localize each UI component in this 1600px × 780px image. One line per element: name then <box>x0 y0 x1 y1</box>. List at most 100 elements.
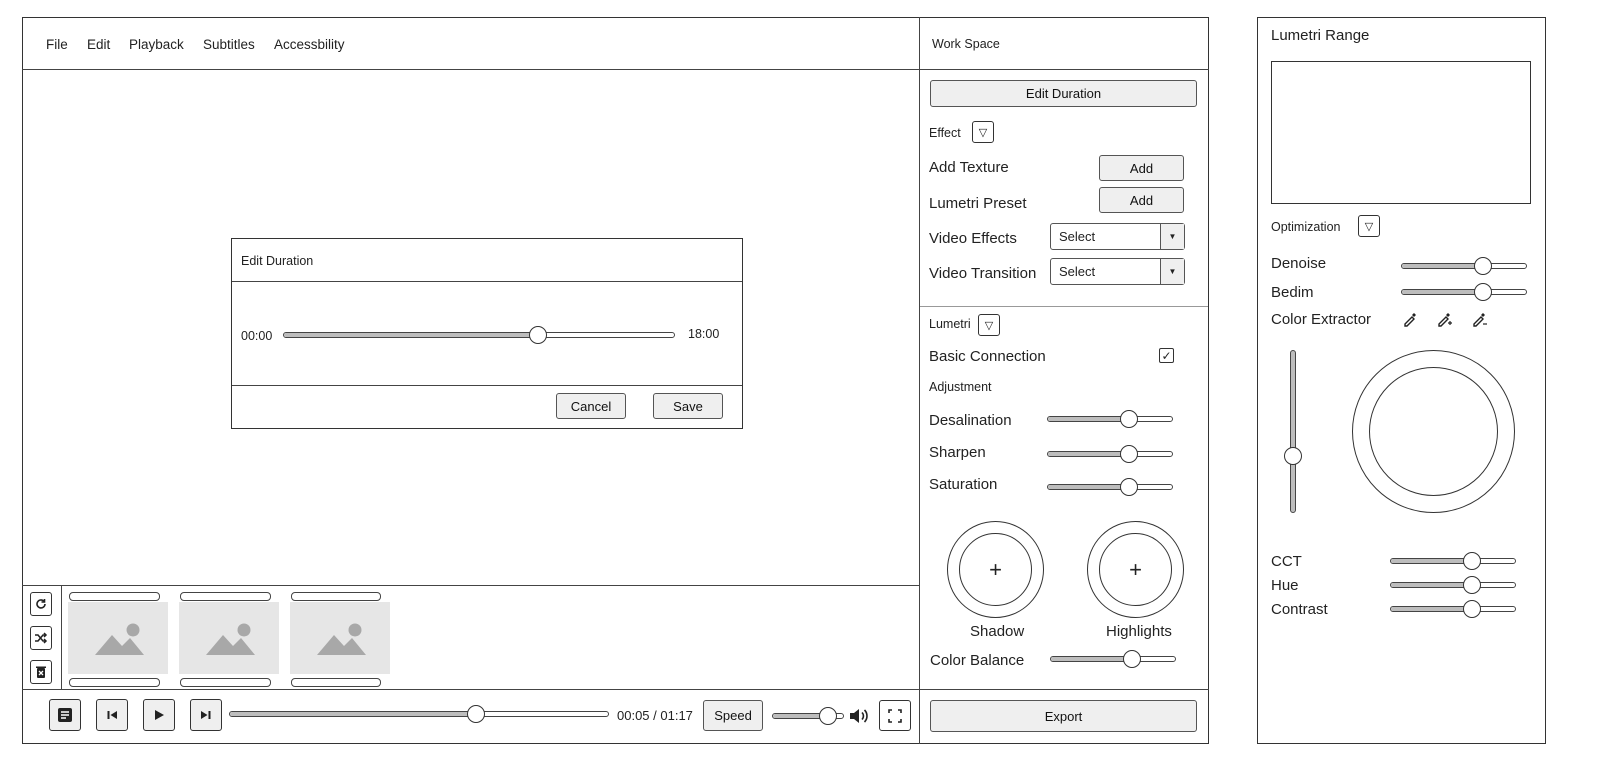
lumetri-dropdown-toggle[interactable]: ▽ <box>978 314 1000 336</box>
slider-knob[interactable] <box>1462 576 1481 594</box>
effect-dropdown-toggle[interactable]: ▽ <box>972 121 994 143</box>
basic-connection-label: Basic Connection <box>929 348 1046 365</box>
optimization-label: Optimization <box>1271 220 1341 234</box>
dialog-header-divider <box>232 281 742 282</box>
clip-thumbnail[interactable] <box>179 602 279 674</box>
play-icon <box>155 710 164 720</box>
slider-knob[interactable] <box>1119 478 1138 496</box>
export-button[interactable]: Export <box>930 700 1197 732</box>
eyedropper-subtract-button[interactable] <box>1472 311 1488 327</box>
eyedropper-icon <box>1404 313 1416 327</box>
cct-label: CCT <box>1271 553 1302 570</box>
slider-knob[interactable] <box>528 326 547 344</box>
clip-bottom-bar[interactable] <box>180 678 271 687</box>
speed-button[interactable]: Speed <box>703 700 763 731</box>
slider-knob[interactable] <box>1473 257 1492 275</box>
lumetri-preset-label: Lumetri Preset <box>929 195 1027 212</box>
slider-knob[interactable] <box>467 705 485 723</box>
sharpen-label: Sharpen <box>929 444 986 461</box>
fullscreen-button[interactable] <box>879 700 911 731</box>
eyedropper-add-button[interactable] <box>1437 311 1453 327</box>
lumetri-range-title: Lumetri Range <box>1271 27 1370 44</box>
cancel-button[interactable]: Cancel <box>556 393 626 419</box>
optimization-dropdown-toggle[interactable]: ▽ <box>1358 215 1380 237</box>
video-transition-select[interactable]: Select ▼ <box>1050 258 1185 285</box>
menu-accessibility[interactable]: Accessbility <box>274 37 345 52</box>
lumetri-range-preview <box>1271 61 1531 204</box>
delete-button[interactable] <box>30 660 52 684</box>
volume-slider[interactable] <box>772 707 844 725</box>
sharpen-slider[interactable] <box>1047 445 1173 463</box>
triangle-down-icon: ▽ <box>978 126 988 139</box>
menu-playback[interactable]: Playback <box>129 37 184 52</box>
clip-top-bar[interactable] <box>291 592 381 601</box>
contrast-slider[interactable] <box>1390 600 1516 618</box>
clip-bottom-bar[interactable] <box>291 678 381 687</box>
caret-down-icon: ▼ <box>1160 259 1184 284</box>
bedim-slider[interactable] <box>1401 283 1527 301</box>
bedim-label: Bedim <box>1271 284 1314 301</box>
highlights-wheel-inner[interactable]: + <box>1099 533 1172 606</box>
slider-knob[interactable] <box>1119 445 1138 463</box>
slider-knob[interactable] <box>1122 650 1141 668</box>
luminance-vertical-slider[interactable] <box>1284 350 1302 513</box>
check-icon: ✓ <box>1161 348 1172 363</box>
menu-subtitles[interactable]: Subtitles <box>203 37 255 52</box>
clip-thumbnail[interactable] <box>290 602 390 674</box>
add-texture-button[interactable]: Add <box>1099 155 1184 181</box>
cct-slider[interactable] <box>1390 552 1516 570</box>
menu-edit[interactable]: Edit <box>87 37 110 52</box>
shuffle-button[interactable] <box>30 626 52 650</box>
volume-button[interactable] <box>848 707 870 725</box>
basic-connection-checkbox[interactable]: ✓ <box>1159 348 1174 363</box>
dialog-duration-slider[interactable] <box>283 326 675 344</box>
image-placeholder-icon <box>206 623 255 655</box>
triangle-down-icon: ▽ <box>984 319 994 332</box>
dialog-title: Edit Duration <box>241 254 314 268</box>
slider-knob[interactable] <box>1284 446 1302 465</box>
desalination-slider[interactable] <box>1047 410 1173 428</box>
menu-file[interactable]: File <box>46 37 68 52</box>
controls-top-divider <box>22 689 1209 690</box>
video-effects-select[interactable]: Select ▼ <box>1050 223 1185 250</box>
save-button[interactable]: Save <box>653 393 723 419</box>
playback-time: 00:05 / 01:17 <box>617 708 693 723</box>
video-transition-label: Video Transition <box>929 265 1037 282</box>
refresh-icon <box>36 599 46 609</box>
play-button[interactable] <box>143 699 175 731</box>
denoise-slider[interactable] <box>1401 257 1527 275</box>
fullscreen-icon <box>888 708 902 723</box>
color-wheel-inner[interactable] <box>1369 367 1498 496</box>
slider-knob[interactable] <box>1119 410 1138 428</box>
slider-knob[interactable] <box>819 707 838 725</box>
eyedropper-button[interactable] <box>1402 311 1418 327</box>
clip-top-bar[interactable] <box>180 592 271 601</box>
shuffle-icon <box>35 632 48 644</box>
slider-knob[interactable] <box>1462 552 1481 570</box>
playback-progress-slider[interactable] <box>229 705 609 723</box>
highlights-label: Highlights <box>1106 623 1172 640</box>
image-placeholder-icon <box>317 623 366 655</box>
clip-top-bar[interactable] <box>69 592 160 601</box>
workspace-title: Work Space <box>932 37 1000 51</box>
slider-knob[interactable] <box>1473 283 1492 301</box>
denoise-label: Denoise <box>1271 255 1327 272</box>
color-balance-slider[interactable] <box>1050 650 1176 668</box>
volume-icon <box>850 709 868 723</box>
eyedropper-minus-icon <box>1473 313 1487 327</box>
add-lumetri-preset-button[interactable]: Add <box>1099 187 1184 213</box>
skip-back-button[interactable] <box>96 699 128 731</box>
slider-knob[interactable] <box>1462 600 1481 618</box>
clip-bottom-bar[interactable] <box>69 678 160 687</box>
hue-slider[interactable] <box>1390 576 1516 594</box>
edit-duration-button[interactable]: Edit Duration <box>930 80 1197 107</box>
playlist-button[interactable] <box>49 699 81 731</box>
shadow-wheel-inner[interactable]: + <box>959 533 1032 606</box>
refresh-button[interactable] <box>30 592 52 616</box>
clip-thumbnail[interactable] <box>68 602 168 674</box>
saturation-label: Saturation <box>929 476 998 493</box>
skip-forward-button[interactable] <box>190 699 222 731</box>
caret-down-icon: ▼ <box>1160 224 1184 249</box>
video-effects-value: Select <box>1059 229 1096 244</box>
saturation-slider[interactable] <box>1047 478 1173 496</box>
